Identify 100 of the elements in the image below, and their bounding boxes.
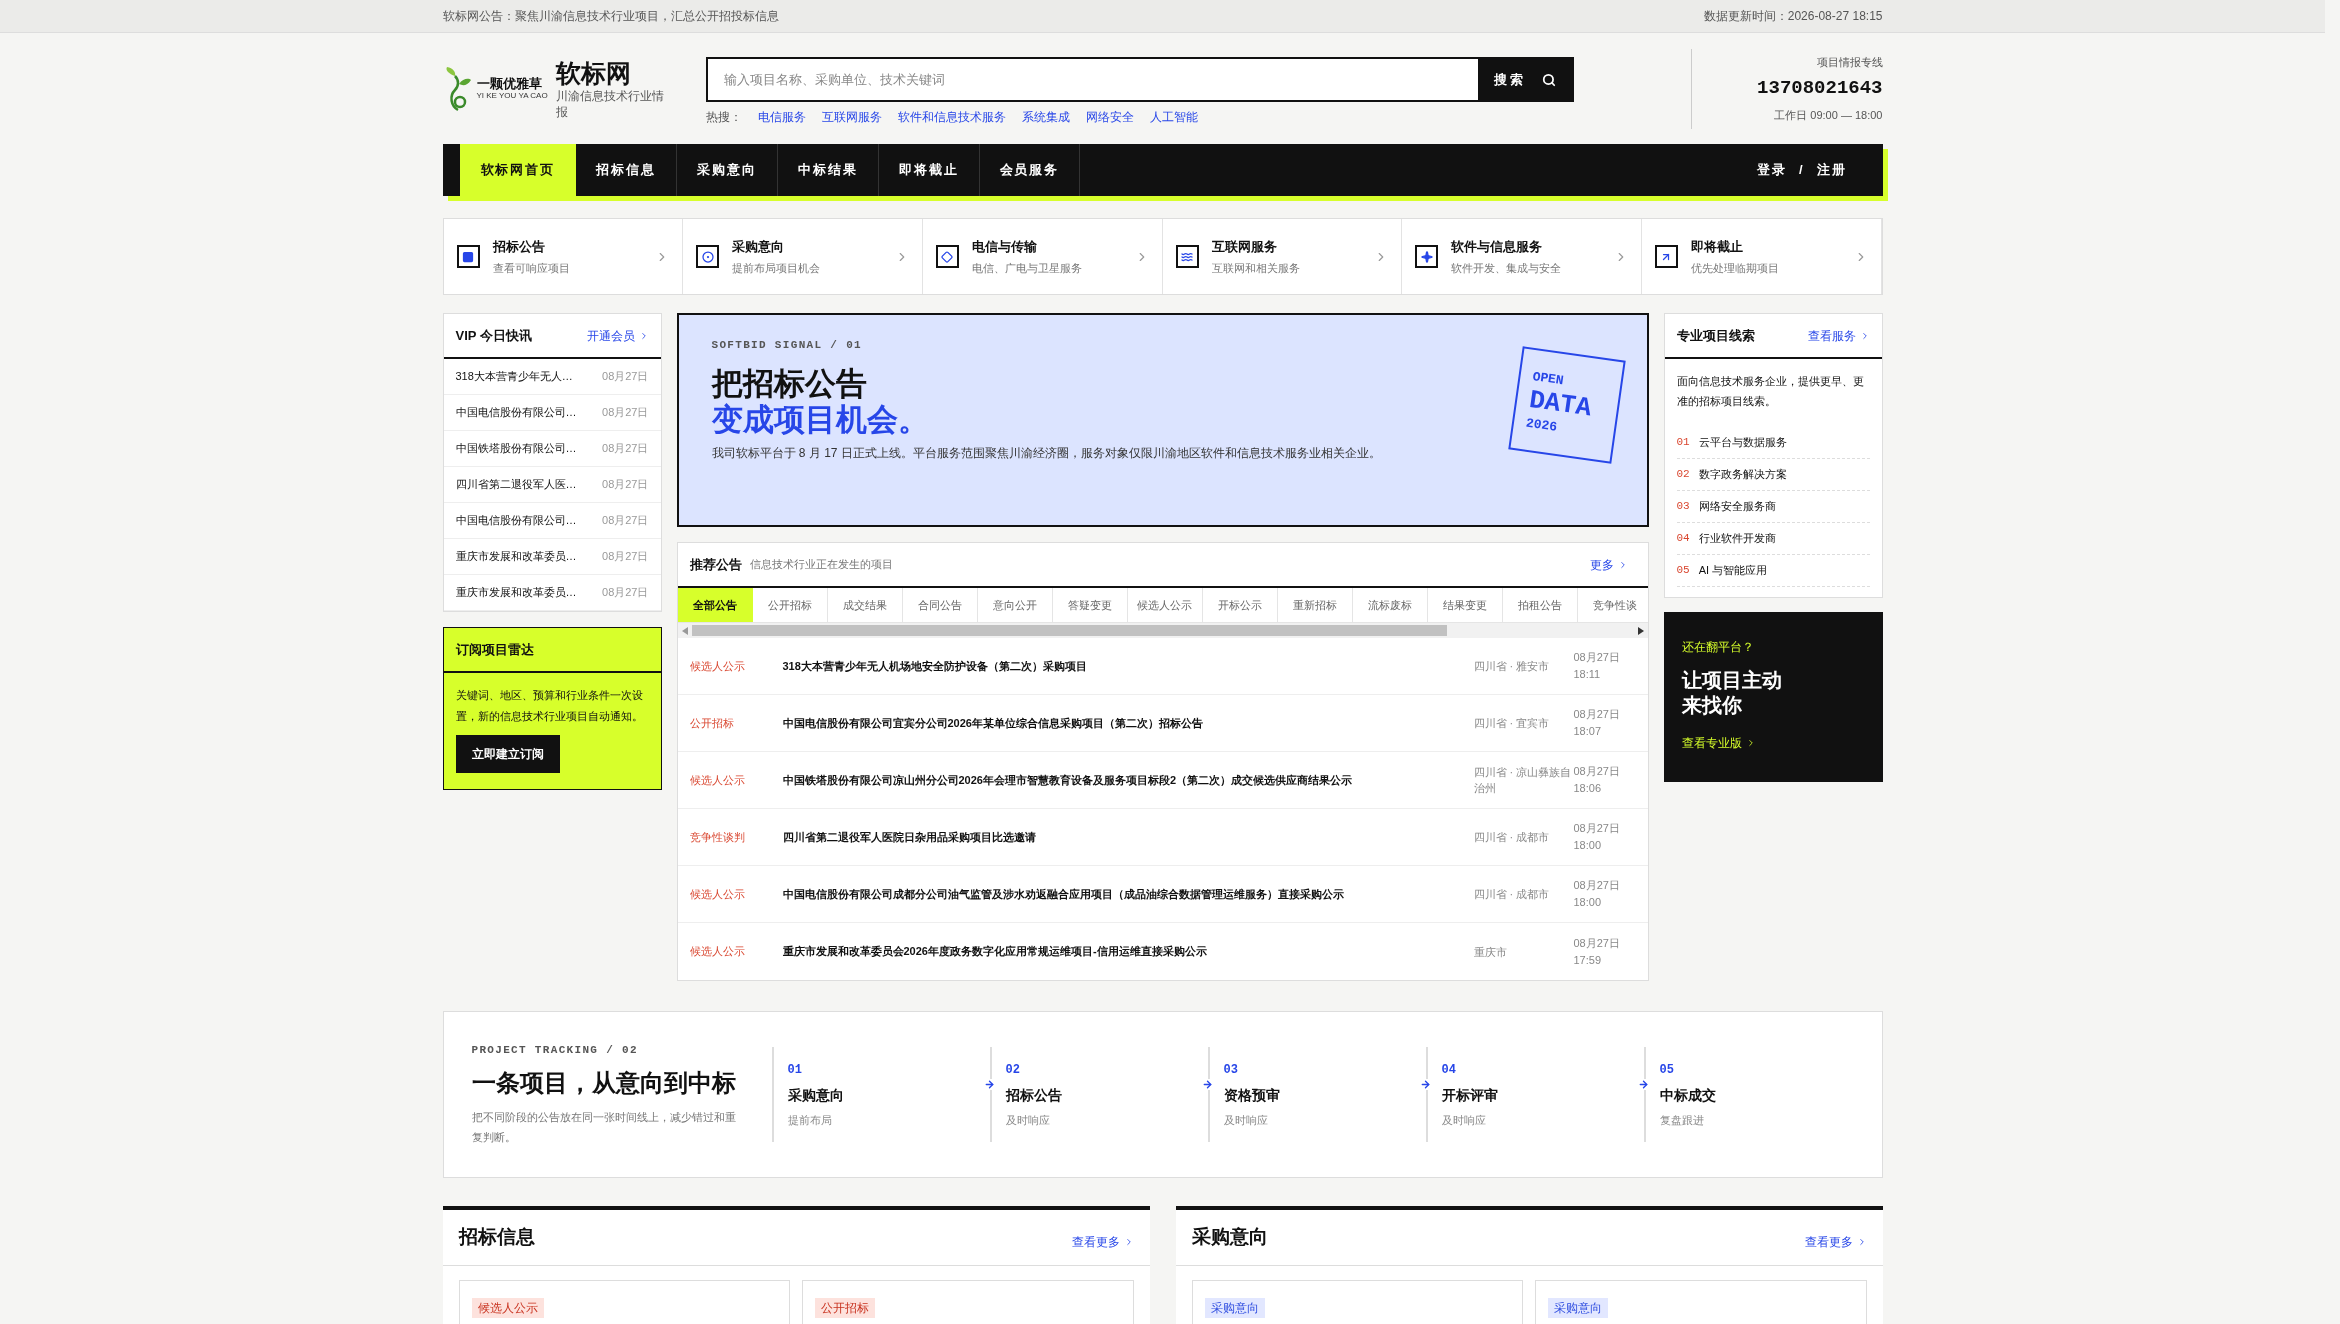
notice-tag: 采购意向: [1548, 1298, 1608, 1318]
nav-item[interactable]: 会员服务: [979, 144, 1081, 196]
news-link[interactable]: 中国电信股份有限公司…: [455, 404, 577, 421]
notice-title[interactable]: 中国铁塔股份有限公司凉山州分公司2026年会理市智慧教育设备及服务项目标段2（第二次）成交候选供应商结果公示: [782, 771, 1466, 789]
news-link[interactable]: 318大本营青少年无人…: [455, 368, 573, 385]
nav-item[interactable]: 即将截止: [878, 144, 980, 196]
notice-title[interactable]: 四川省第二退役军人医院日杂用品采购项目比选邀请: [782, 828, 1466, 846]
hot-search-link[interactable]: 电信服务: [757, 108, 806, 126]
notice-date: 08月27日: [1573, 878, 1621, 893]
notice-type: 候选人公示: [689, 658, 746, 674]
filter-tab[interactable]: 流标废标: [1352, 588, 1428, 622]
site-name: 软标网: [555, 57, 632, 88]
step-note: 及时响应: [1005, 1112, 1051, 1128]
notice-type: 公开招标: [689, 715, 735, 731]
lead-item[interactable]: AI 与智能应用: [1698, 562, 1768, 579]
notice-title[interactable]: 中国电信股份有限公司宜宾分公司2026年某单位综合信息采购项目（第二次）招标公告: [782, 714, 1466, 732]
search-field[interactable]: 输入项目名称、采购单位、技术关键词 搜索: [705, 57, 1574, 102]
notice-title[interactable]: 318大本营青少年无人机场地安全防护设备（第二次）采购项目: [782, 657, 1466, 675]
category-card[interactable]: 采购意向 提前布局项目机会: [683, 219, 923, 294]
notice-card[interactable]: 采购意向: [1535, 1280, 1867, 1324]
filter-tab[interactable]: 答疑变更: [1052, 588, 1128, 622]
news-date: 08月27日: [602, 513, 649, 529]
hot-search-link[interactable]: 系统集成: [1021, 108, 1070, 126]
news-link[interactable]: 重庆市发展和改革委员…: [455, 584, 577, 601]
notice-card[interactable]: 公开招标: [802, 1280, 1134, 1324]
notice-title[interactable]: 中国电信股份有限公司成都分公司油气监管及涉水劝返融合应用项目（成品油综合数据管理运维服务）直接采购公示: [782, 885, 1466, 903]
hotline-label: 项目情报专线: [1816, 54, 1883, 70]
news-link[interactable]: 四川省第二退役军人医…: [455, 476, 577, 493]
filter-tab[interactable]: 意向公开: [977, 588, 1053, 622]
hot-search-link[interactable]: 互联网服务: [821, 108, 882, 126]
notice-tag: 采购意向: [1204, 1298, 1265, 1318]
notice-card[interactable]: 采购意向: [1191, 1280, 1523, 1324]
hot-search-link[interactable]: 人工智能: [1149, 108, 1198, 126]
step-title: 开标评审: [1441, 1085, 1499, 1105]
join-member-link[interactable]: 开通会员: [586, 326, 649, 345]
filter-tab[interactable]: 候选人公示: [1127, 588, 1203, 622]
category-card[interactable]: 招标公告 查看可响应项目: [443, 219, 684, 294]
category-card[interactable]: 即将截止 优先处理临期项目: [1641, 219, 1882, 294]
nav-item[interactable]: 采购意向: [677, 144, 778, 196]
hot-search-link[interactable]: 软件和信息技术服务: [897, 108, 1006, 126]
leads-description: 面向信息技术服务企业，提供更早、更准的招标项目线索。: [1675, 374, 1865, 409]
category-card[interactable]: 电信与传输 电信、广电与卫星服务: [922, 219, 1163, 294]
notice-text: 软标网公告：聚焦川渝信息技术行业项目，汇总公开招投标信息: [442, 8, 779, 25]
subscribe-button[interactable]: 立即建立订阅: [455, 735, 560, 773]
view-service-link[interactable]: 查看服务: [1807, 326, 1870, 345]
promo-eyebrow: 还在翻平台？: [1681, 639, 1755, 656]
lead-item[interactable]: 数字政务解决方案: [1698, 466, 1787, 483]
separator-text: /: [1799, 161, 1805, 180]
horizontal-scrollbar[interactable]: [677, 623, 1648, 638]
notice-time: 18:00: [1573, 895, 1603, 910]
nav-item[interactable]: 中标结果: [777, 144, 879, 196]
filter-tab[interactable]: 合同公告: [902, 588, 978, 622]
filter-tab[interactable]: 公开招标: [752, 588, 828, 622]
panel-title: 专业项目线索: [1676, 326, 1755, 345]
lead-item[interactable]: 云平台与数据服务: [1698, 434, 1787, 451]
register-link[interactable]: 注册: [1816, 160, 1847, 180]
news-link[interactable]: 中国电信股份有限公司…: [455, 512, 577, 529]
step-title: 招标公告: [1005, 1085, 1063, 1105]
news-link[interactable]: 重庆市发展和改革委员…: [455, 548, 577, 565]
scroll-right-icon[interactable]: [1637, 626, 1644, 635]
category-title: 即将截止: [1690, 237, 1744, 256]
filter-tab[interactable]: 竞争性谈: [1577, 588, 1648, 622]
pro-version-link[interactable]: 查看专业版: [1681, 734, 1865, 752]
filter-tab[interactable]: 全部公告: [677, 588, 753, 622]
lead-item[interactable]: 网络安全服务商: [1698, 498, 1776, 515]
panel-title: VIP 今日快讯: [455, 326, 532, 345]
more-link[interactable]: 更多: [1589, 555, 1628, 574]
panel-title: 订阅项目雷达: [455, 640, 534, 659]
scroll-left-icon[interactable]: [681, 626, 688, 635]
view-more-link[interactable]: 查看更多: [1804, 1232, 1867, 1251]
notice-type: 候选人公示: [689, 772, 746, 788]
filter-tab[interactable]: 开标公示: [1202, 588, 1278, 622]
filter-tab[interactable]: 拍租公告: [1502, 588, 1578, 622]
lead-number: 05: [1676, 563, 1690, 579]
filter-tab[interactable]: 重新招标: [1277, 588, 1353, 622]
notice-card[interactable]: 候选人公示: [458, 1280, 790, 1324]
nav-item[interactable]: 软标网首页: [459, 144, 577, 196]
lead-number: 01: [1676, 435, 1690, 451]
filter-tab[interactable]: 结果变更: [1427, 588, 1503, 622]
news-date: 08月27日: [602, 441, 649, 457]
category-card[interactable]: 互联网服务 互联网和相关服务: [1162, 219, 1403, 294]
lead-number: 02: [1676, 467, 1690, 483]
lead-item[interactable]: 行业软件开发商: [1698, 530, 1776, 547]
filter-tab[interactable]: 成交结果: [827, 588, 903, 622]
step-number: 05: [1659, 1061, 1675, 1079]
logo-subtext: YI KE YOU YA CAO: [476, 91, 548, 101]
nav-item[interactable]: 招标信息: [576, 144, 678, 196]
hot-search-link[interactable]: 网络安全: [1085, 108, 1134, 126]
category-card[interactable]: 软件与信息服务 软件开发、集成与安全: [1402, 219, 1642, 294]
step-number: 02: [1005, 1061, 1021, 1079]
login-link[interactable]: 登录: [1757, 160, 1788, 180]
step-title: 采购意向: [787, 1085, 845, 1105]
search-input[interactable]: 输入项目名称、采购单位、技术关键词: [707, 59, 1479, 100]
news-link[interactable]: 中国铁塔股份有限公司…: [455, 440, 577, 457]
step-note: 及时响应: [1223, 1112, 1269, 1128]
search-button[interactable]: 搜索: [1478, 59, 1572, 100]
wave-icon: [1175, 245, 1199, 268]
view-more-link[interactable]: 查看更多: [1071, 1232, 1134, 1251]
notice-title[interactable]: 重庆市发展和改革委员会2026年度政务数字化应用常规运维项目-信用运维直接采购公示: [782, 943, 1466, 960]
step-note: 复盘跟进: [1659, 1112, 1705, 1128]
